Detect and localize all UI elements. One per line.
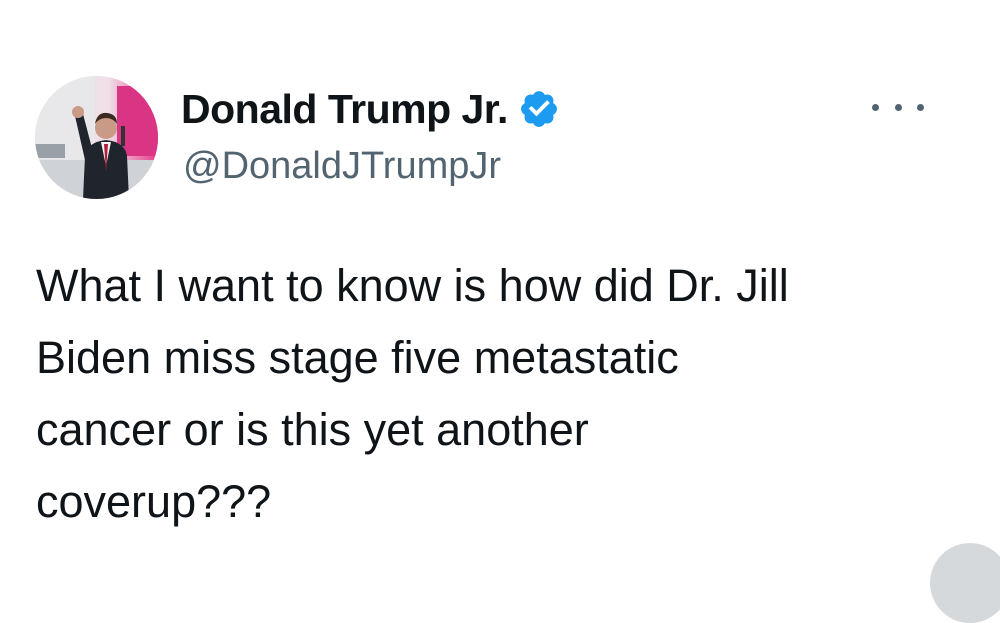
tweet-text-line: What I want to know is how did Dr. Jill bbox=[36, 260, 789, 311]
more-options-button[interactable] bbox=[872, 92, 924, 122]
tweet-card[interactable]: Donald Trump Jr. @DonaldJTrumpJr What I … bbox=[0, 0, 1000, 623]
tweet-text-line: Biden miss stage five metastatic bbox=[36, 332, 679, 383]
author-name-row: Donald Trump Jr. bbox=[181, 84, 560, 134]
author-handle[interactable]: @DonaldJTrumpJr bbox=[183, 145, 501, 188]
ellipsis-icon bbox=[872, 103, 879, 111]
author-display-name[interactable]: Donald Trump Jr. bbox=[181, 86, 508, 133]
ellipsis-icon bbox=[917, 103, 924, 111]
avatar-photo-icon bbox=[35, 76, 158, 199]
author-avatar[interactable] bbox=[35, 76, 158, 199]
tweet-text: What I want to know is how did Dr. Jill … bbox=[36, 250, 936, 538]
tweet-text-line: coverup??? bbox=[36, 476, 272, 527]
tweet-text-line: cancer or is this yet another bbox=[36, 404, 589, 455]
partial-circle-decoration bbox=[930, 543, 1000, 623]
ellipsis-icon bbox=[894, 103, 902, 111]
verified-badge-icon[interactable] bbox=[518, 88, 560, 130]
